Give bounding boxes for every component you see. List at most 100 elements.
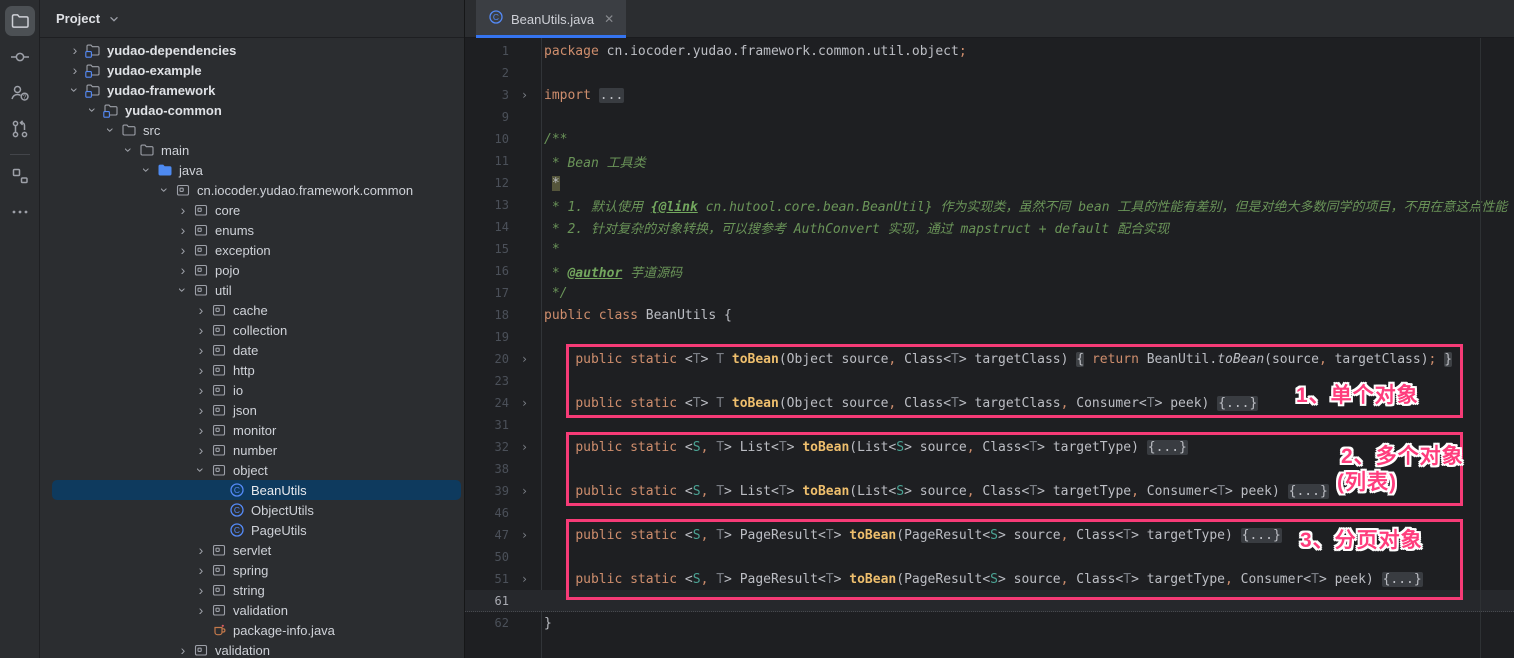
tree-item-beanutils[interactable]: CBeanUtils (40, 480, 464, 500)
tree-item-collection[interactable]: ›collection (40, 320, 464, 340)
code-line-19[interactable]: 19 (465, 326, 1514, 348)
code-line-50[interactable]: 50 (465, 546, 1514, 568)
fold-arrow-icon[interactable]: › (509, 528, 540, 542)
line-number[interactable]: 24 (465, 396, 509, 410)
code-line-47[interactable]: 47› public static <S, T> PageResult<T> t… (465, 524, 1514, 546)
code-line-1[interactable]: 1package cn.iocoder.yudao.framework.comm… (465, 40, 1514, 62)
chevron-collapsed-icon[interactable]: › (192, 403, 210, 417)
chevron-expanded-icon[interactable]: › (194, 461, 208, 479)
chevron-collapsed-icon[interactable]: › (192, 443, 210, 457)
pull-requests-tool-button[interactable] (5, 114, 35, 144)
line-number[interactable]: 61 (465, 594, 509, 608)
chevron-expanded-icon[interactable]: › (176, 281, 190, 299)
chevron-collapsed-icon[interactable]: › (192, 343, 210, 357)
code-line-17[interactable]: 17 */ (465, 282, 1514, 304)
tree-item-json[interactable]: ›json (40, 400, 464, 420)
code-line-32[interactable]: 32› public static <S, T> List<T> toBean(… (465, 436, 1514, 458)
code-line-14[interactable]: 14 * 2. 针对复杂的对象转换，可以搜参考 AuthConvert 实现，通… (465, 216, 1514, 238)
learn-tool-button[interactable]: ? (5, 78, 35, 108)
code-line-20[interactable]: 20› public static <T> T toBean(Object so… (465, 348, 1514, 370)
fold-arrow-icon[interactable]: › (509, 396, 540, 410)
chevron-collapsed-icon[interactable]: › (66, 63, 84, 77)
code-line-15[interactable]: 15 * (465, 238, 1514, 260)
code-line-61[interactable]: 61 (465, 590, 1514, 612)
line-number[interactable]: 38 (465, 462, 509, 476)
line-number[interactable]: 1 (465, 44, 509, 58)
commit-tool-button[interactable] (5, 42, 35, 72)
code-line-46[interactable]: 46 (465, 502, 1514, 524)
line-number[interactable]: 18 (465, 308, 509, 322)
code-line-2[interactable]: 2 (465, 62, 1514, 84)
code-line-12[interactable]: 12 * (465, 172, 1514, 194)
chevron-collapsed-icon[interactable]: › (192, 323, 210, 337)
tree-item-cache[interactable]: ›cache (40, 300, 464, 320)
code-line-24[interactable]: 24› public static <T> T toBean(Object so… (465, 392, 1514, 414)
fold-arrow-icon[interactable]: › (509, 352, 540, 366)
line-number[interactable]: 3 (465, 88, 509, 102)
tree-item-io[interactable]: ›io (40, 380, 464, 400)
fold-arrow-icon[interactable]: › (509, 484, 540, 498)
chevron-collapsed-icon[interactable]: › (174, 643, 192, 657)
code-line-62[interactable]: 62} (465, 612, 1514, 634)
tree-item-java[interactable]: ›java (40, 160, 464, 180)
chevron-collapsed-icon[interactable]: › (192, 543, 210, 557)
structure-tool-button[interactable] (5, 161, 35, 191)
tree-item-cn-iocoder-yudao-framework-common[interactable]: ›cn.iocoder.yudao.framework.common (40, 180, 464, 200)
tree-item-pageutils[interactable]: CPageUtils (40, 520, 464, 540)
tree-item-validation[interactable]: ›validation (40, 640, 464, 658)
line-number[interactable]: 23 (465, 374, 509, 388)
tree-item-date[interactable]: ›date (40, 340, 464, 360)
chevron-collapsed-icon[interactable]: › (192, 363, 210, 377)
chevron-expanded-icon[interactable]: › (122, 141, 136, 159)
chevron-collapsed-icon[interactable]: › (192, 563, 210, 577)
line-number[interactable]: 32 (465, 440, 509, 454)
tree-item-util[interactable]: ›util (40, 280, 464, 300)
code-line-38[interactable]: 38 (465, 458, 1514, 480)
tree-item-yudao-common[interactable]: ›yudao-common (40, 100, 464, 120)
chevron-collapsed-icon[interactable]: › (174, 243, 192, 257)
tab-close-icon[interactable]: ✕ (604, 13, 614, 25)
fold-arrow-icon[interactable]: › (509, 88, 540, 102)
tree-item-exception[interactable]: ›exception (40, 240, 464, 260)
fold-arrow-icon[interactable]: › (509, 440, 540, 454)
tree-item-main[interactable]: ›main (40, 140, 464, 160)
chevron-collapsed-icon[interactable]: › (174, 263, 192, 277)
code-line-11[interactable]: 11 * Bean 工具类 (465, 150, 1514, 172)
code-line-13[interactable]: 13 * 1. 默认使用 {@link cn.hutool.core.bean.… (465, 194, 1514, 216)
chevron-expanded-icon[interactable]: › (158, 181, 172, 199)
line-number[interactable]: 11 (465, 154, 509, 168)
line-number[interactable]: 9 (465, 110, 509, 124)
tree-item-yudao-framework[interactable]: ›yudao-framework (40, 80, 464, 100)
chevron-collapsed-icon[interactable]: › (192, 383, 210, 397)
project-panel-header[interactable]: Project (40, 0, 464, 38)
line-number[interactable]: 16 (465, 264, 509, 278)
chevron-expanded-icon[interactable]: › (140, 161, 154, 179)
tab-beanutils-java[interactable]: C BeanUtils.java ✕ (476, 0, 626, 38)
line-number[interactable]: 31 (465, 418, 509, 432)
tree-item-core[interactable]: ›core (40, 200, 464, 220)
tree-item-http[interactable]: ›http (40, 360, 464, 380)
code-line-10[interactable]: 10/** (465, 128, 1514, 150)
fold-arrow-icon[interactable]: › (509, 572, 540, 586)
tree-item-yudao-dependencies[interactable]: ›yudao-dependencies (40, 40, 464, 60)
line-number[interactable]: 50 (465, 550, 509, 564)
chevron-down-icon[interactable] (107, 12, 121, 26)
code-line-51[interactable]: 51› public static <S, T> PageResult<T> t… (465, 568, 1514, 590)
tree-item-monitor[interactable]: ›monitor (40, 420, 464, 440)
tree-item-enums[interactable]: ›enums (40, 220, 464, 240)
tree-item-pojo[interactable]: ›pojo (40, 260, 464, 280)
chevron-collapsed-icon[interactable]: › (66, 43, 84, 57)
line-number[interactable]: 46 (465, 506, 509, 520)
tree-item-package-info-java[interactable]: package-info.java (40, 620, 464, 640)
tree-item-src[interactable]: ›src (40, 120, 464, 140)
line-number[interactable]: 20 (465, 352, 509, 366)
line-number[interactable]: 14 (465, 220, 509, 234)
chevron-expanded-icon[interactable]: › (104, 121, 118, 139)
tree-item-object[interactable]: ›object (40, 460, 464, 480)
chevron-collapsed-icon[interactable]: › (174, 223, 192, 237)
more-tools-button[interactable] (5, 197, 35, 227)
line-number[interactable]: 51 (465, 572, 509, 586)
line-number[interactable]: 2 (465, 66, 509, 80)
code-line-18[interactable]: 18public class BeanUtils { (465, 304, 1514, 326)
line-number[interactable]: 17 (465, 286, 509, 300)
